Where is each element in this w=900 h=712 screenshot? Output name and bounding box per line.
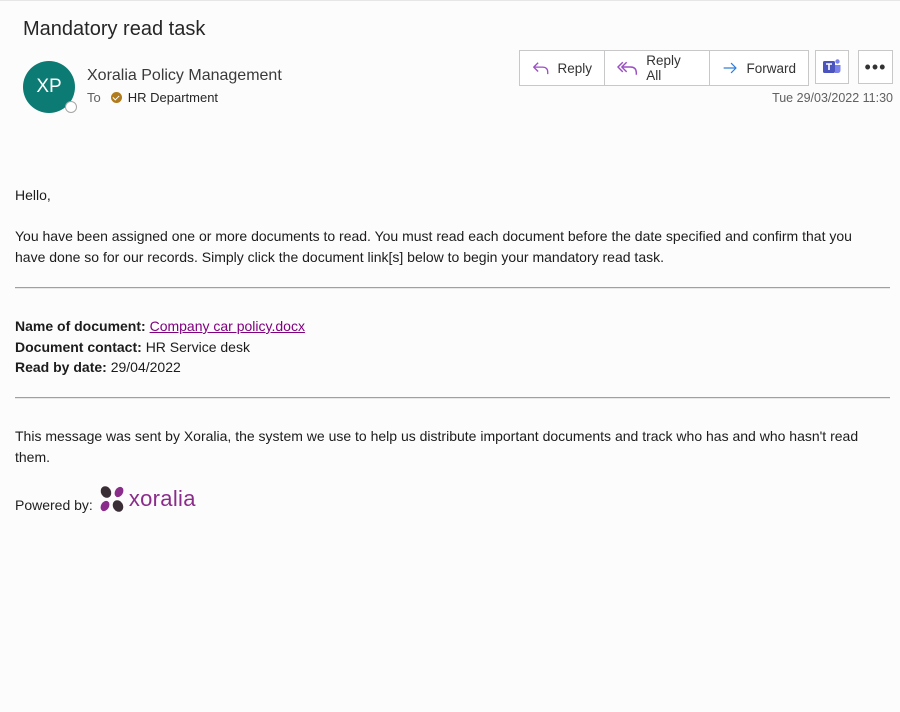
read-by-date-label: Read by date:: [15, 359, 107, 375]
message-actions: Reply Reply All Forward: [519, 50, 809, 86]
email-subject: Mandatory read task: [23, 18, 206, 40]
sender-avatar[interactable]: XP: [23, 61, 77, 113]
reply-all-icon: [617, 61, 638, 75]
sent-timestamp: Tue 29/03/2022 11:30: [772, 91, 893, 105]
teams-icon: [823, 59, 841, 73]
xoralia-logo[interactable]: xoralia: [97, 484, 196, 514]
document-contact-row: Document contact: HR Service desk: [15, 337, 885, 358]
document-contact-value: HR Service desk: [145, 338, 250, 355]
footer-paragraph: This message was sent by Xoralia, the sy…: [15, 428, 859, 465]
xoralia-logo-text: xoralia: [128, 486, 196, 511]
greeting: Hello,: [15, 187, 51, 203]
divider: [15, 287, 890, 289]
intro-paragraph: You have been assigned one or more docum…: [15, 228, 852, 265]
forward-label: Forward: [746, 60, 796, 76]
recipient-row: To HR Department: [87, 90, 218, 105]
more-actions-button[interactable]: •••: [858, 50, 893, 84]
read-by-date-value: 29/04/2022: [110, 359, 181, 375]
document-contact-label: Document contact:: [15, 338, 142, 355]
forward-icon: [723, 62, 737, 74]
divider: [15, 397, 890, 399]
powered-by-label: Powered by:: [15, 497, 93, 513]
document-link[interactable]: Company car policy.docx: [150, 318, 305, 334]
powered-by: Powered by: xoralia: [15, 484, 196, 514]
teams-button[interactable]: [815, 50, 849, 84]
recipient-name[interactable]: HR Department: [128, 90, 218, 105]
reply-icon: [533, 62, 549, 75]
document-name-row: Name of document: Company car policy.doc…: [15, 316, 885, 337]
document-name-label: Name of document:: [15, 318, 146, 334]
reply-label: Reply: [557, 60, 592, 76]
top-border: [0, 0, 900, 1]
reply-button[interactable]: Reply: [520, 51, 605, 85]
verified-group-icon: [110, 92, 122, 103]
reply-all-button[interactable]: Reply All: [605, 51, 710, 85]
read-by-date-row: Read by date: 29/04/2022: [15, 357, 885, 378]
reply-all-label: Reply All: [646, 53, 681, 83]
presence-indicator: [65, 101, 77, 113]
sender-name[interactable]: Xoralia Policy Management: [87, 67, 282, 85]
xoralia-logo-icon: [100, 486, 124, 512]
avatar-initials: XP: [36, 76, 62, 97]
to-label: To: [87, 90, 101, 105]
forward-button[interactable]: Forward: [710, 51, 808, 85]
document-details: Name of document: Company car policy.doc…: [15, 316, 885, 378]
